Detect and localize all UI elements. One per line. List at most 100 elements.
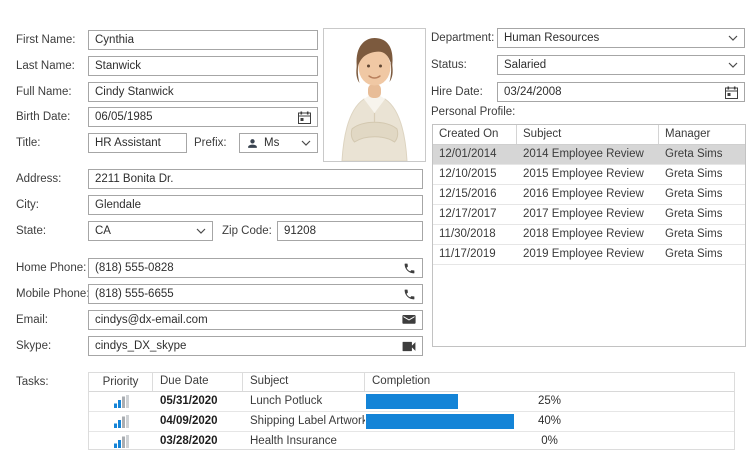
profile-cell-manager: Greta Sims bbox=[659, 145, 745, 164]
profile-col-subject[interactable]: Subject bbox=[517, 125, 659, 144]
home-phone-field[interactable]: (818) 555-0828 bbox=[88, 258, 423, 278]
profile-row[interactable]: 12/10/2015 2015 Employee Review Greta Si… bbox=[433, 165, 745, 185]
mail-icon[interactable] bbox=[398, 315, 416, 326]
tasks-header-row: Priority Due Date Subject Completion bbox=[89, 373, 734, 392]
tasks-grid: Priority Due Date Subject Completion 05/… bbox=[88, 372, 735, 450]
city-label: City: bbox=[16, 195, 39, 215]
profile-cell-subject: 2015 Employee Review bbox=[517, 165, 659, 184]
phone-icon[interactable] bbox=[399, 262, 416, 275]
task-subject: Health Insurance bbox=[243, 432, 365, 451]
employee-photo bbox=[323, 28, 426, 162]
birth-date-label: Birth Date: bbox=[16, 107, 70, 127]
completion-percent: 25% bbox=[365, 392, 734, 411]
full-name-field[interactable]: Cindy Stanwick bbox=[88, 82, 318, 102]
full-name-label: Full Name: bbox=[16, 82, 72, 102]
profile-cell-manager: Greta Sims bbox=[659, 205, 745, 224]
birth-date-value: 06/05/1985 bbox=[95, 111, 153, 123]
task-completion-cell: 40% bbox=[365, 412, 734, 431]
profile-cell-manager: Greta Sims bbox=[659, 225, 745, 244]
first-name-label: First Name: bbox=[16, 30, 75, 50]
task-due-date: 04/09/2020 bbox=[153, 412, 243, 431]
tasks-col-completion[interactable]: Completion bbox=[365, 373, 734, 391]
city-value: Glendale bbox=[95, 199, 141, 211]
tasks-col-subject[interactable]: Subject bbox=[243, 373, 365, 391]
title-field[interactable]: HR Assistant bbox=[88, 133, 187, 153]
calendar-icon[interactable] bbox=[294, 111, 311, 124]
mobile-phone-label: Mobile Phone: bbox=[16, 284, 90, 304]
profile-col-created-on[interactable]: Created On bbox=[433, 125, 517, 144]
city-field[interactable]: Glendale bbox=[88, 195, 423, 215]
task-subject: Shipping Label Artwork bbox=[243, 412, 365, 431]
profile-cell-manager: Greta Sims bbox=[659, 185, 745, 204]
calendar-icon[interactable] bbox=[721, 86, 738, 99]
department-combobox[interactable]: Human Resources bbox=[497, 28, 745, 48]
department-value: Human Resources bbox=[504, 32, 599, 44]
status-combobox[interactable]: Salaried bbox=[497, 55, 745, 75]
profile-cell-subject: 2016 Employee Review bbox=[517, 185, 659, 204]
profile-cell-subject: 2017 Employee Review bbox=[517, 205, 659, 224]
profile-cell-subject: 2014 Employee Review bbox=[517, 145, 659, 164]
phone-icon[interactable] bbox=[399, 288, 416, 301]
employee-photo-graphic bbox=[324, 29, 425, 161]
priority-bars-icon bbox=[89, 412, 153, 431]
profile-row[interactable]: 12/15/2016 2016 Employee Review Greta Si… bbox=[433, 185, 745, 205]
task-completion-cell: 25% bbox=[365, 392, 734, 411]
skype-value: cindys_DX_skype bbox=[95, 340, 186, 352]
profile-cell-manager: Greta Sims bbox=[659, 165, 745, 184]
email-value: cindys@dx-email.com bbox=[95, 314, 208, 326]
mobile-phone-value: (818) 555-6655 bbox=[95, 288, 174, 300]
title-value: HR Assistant bbox=[95, 137, 161, 149]
email-field[interactable]: cindys@dx-email.com bbox=[88, 310, 423, 330]
profile-cell-created-on: 12/10/2015 bbox=[433, 165, 517, 184]
profile-cell-subject: 2018 Employee Review bbox=[517, 225, 659, 244]
profile-cell-created-on: 11/30/2018 bbox=[433, 225, 517, 244]
completion-percent: 40% bbox=[365, 412, 734, 431]
prefix-value: Ms bbox=[264, 137, 279, 149]
mobile-phone-field[interactable]: (818) 555-6655 bbox=[88, 284, 423, 304]
profile-row[interactable]: 11/17/2019 2019 Employee Review Greta Si… bbox=[433, 245, 745, 265]
profile-row[interactable]: 11/30/2018 2018 Employee Review Greta Si… bbox=[433, 225, 745, 245]
profile-header-row: Created On Subject Manager bbox=[433, 125, 745, 145]
birth-date-field[interactable]: 06/05/1985 bbox=[88, 107, 318, 127]
profile-cell-created-on: 11/17/2019 bbox=[433, 245, 517, 264]
state-label: State: bbox=[16, 221, 46, 241]
personal-profile-grid: Created On Subject Manager 12/01/2014 20… bbox=[432, 124, 746, 347]
first-name-field[interactable]: Cynthia bbox=[88, 30, 318, 50]
tasks-col-due-date[interactable]: Due Date bbox=[153, 373, 243, 391]
status-label: Status: bbox=[431, 55, 467, 75]
profile-row[interactable]: 12/01/2014 2014 Employee Review Greta Si… bbox=[433, 145, 745, 165]
task-row[interactable]: 03/28/2020 Health Insurance 0% bbox=[89, 432, 734, 451]
last-name-field[interactable]: Stanwick bbox=[88, 56, 318, 76]
task-due-date: 05/31/2020 bbox=[153, 392, 243, 411]
chevron-down-icon bbox=[192, 228, 206, 234]
hire-date-field[interactable]: 03/24/2008 bbox=[497, 82, 745, 102]
state-combobox[interactable]: CA bbox=[88, 221, 213, 241]
title-label: Title: bbox=[16, 133, 41, 153]
chevron-down-icon bbox=[724, 35, 738, 41]
hire-date-value: 03/24/2008 bbox=[504, 86, 562, 98]
zip-code-field[interactable]: 91208 bbox=[277, 221, 423, 241]
videocam-icon[interactable] bbox=[398, 341, 416, 352]
profile-col-manager[interactable]: Manager bbox=[659, 125, 745, 144]
address-field[interactable]: 2211 Bonita Dr. bbox=[88, 169, 423, 189]
last-name-value: Stanwick bbox=[95, 60, 141, 72]
skype-label: Skype: bbox=[16, 336, 51, 356]
address-label: Address: bbox=[16, 169, 61, 189]
full-name-value: Cindy Stanwick bbox=[95, 86, 174, 98]
zip-code-value: 91208 bbox=[284, 225, 316, 237]
department-label: Department: bbox=[431, 28, 494, 48]
skype-field[interactable]: cindys_DX_skype bbox=[88, 336, 423, 356]
prefix-combobox[interactable]: Ms bbox=[239, 133, 318, 153]
tasks-col-priority[interactable]: Priority bbox=[89, 373, 153, 391]
task-row[interactable]: 05/31/2020 Lunch Potluck 25% bbox=[89, 392, 734, 412]
task-due-date: 03/28/2020 bbox=[153, 432, 243, 451]
profile-cell-subject: 2019 Employee Review bbox=[517, 245, 659, 264]
status-value: Salaried bbox=[504, 59, 546, 71]
first-name-value: Cynthia bbox=[95, 34, 134, 46]
profile-row[interactable]: 12/17/2017 2017 Employee Review Greta Si… bbox=[433, 205, 745, 225]
email-label: Email: bbox=[16, 310, 48, 330]
profile-cell-created-on: 12/17/2017 bbox=[433, 205, 517, 224]
hire-date-label: Hire Date: bbox=[431, 82, 483, 102]
employee-detail-form: First Name: Cynthia Last Name: Stanwick … bbox=[0, 0, 750, 476]
task-row[interactable]: 04/09/2020 Shipping Label Artwork 40% bbox=[89, 412, 734, 432]
